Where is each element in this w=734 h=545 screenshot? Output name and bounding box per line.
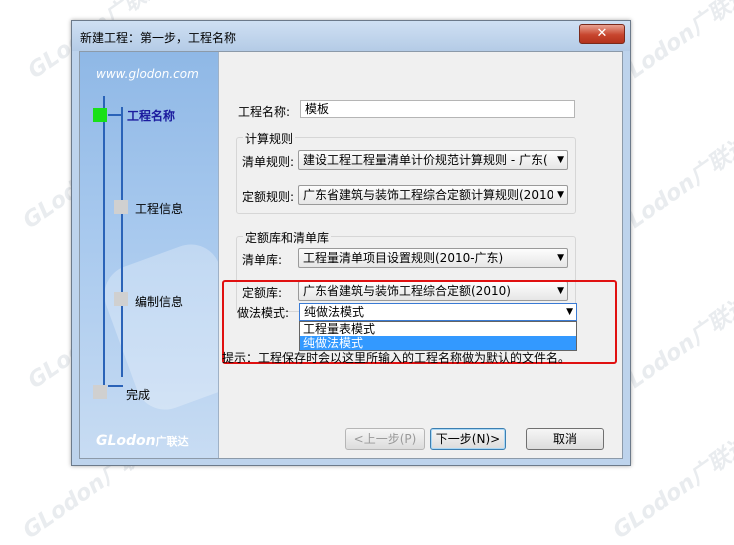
brand-name: GLodon bbox=[96, 433, 156, 449]
libraries-title: 定额库和清单库 bbox=[243, 229, 332, 246]
dialog-body: www.glodon.com 工程名称 工程信息 编制信息 完成 GLodon广… bbox=[79, 51, 623, 459]
step-connector bbox=[108, 114, 123, 116]
bill-rule-label: 清单规则: bbox=[242, 155, 295, 169]
quota-rule-value: 广东省建筑与装饰工程综合定额计算规则(2010 bbox=[303, 188, 553, 202]
close-icon: ✕ bbox=[596, 26, 608, 41]
step-label-project-info: 工程信息 bbox=[135, 202, 184, 216]
method-option-quantity-table[interactable]: 工程量表模式 bbox=[300, 322, 576, 336]
next-button[interactable]: 下一步(N)> bbox=[430, 428, 506, 450]
project-name-label: 工程名称: bbox=[238, 105, 291, 119]
calc-rules-title: 计算规则 bbox=[243, 130, 296, 147]
project-name-input[interactable]: 模板 bbox=[300, 100, 575, 118]
step-connector bbox=[108, 385, 123, 387]
close-button[interactable]: ✕ bbox=[579, 24, 625, 44]
website-label: www.glodon.com bbox=[96, 67, 199, 81]
bill-lib-select[interactable]: 工程量清单项目设置规则(2010-广东) ▼ bbox=[298, 248, 568, 268]
step-marker bbox=[114, 200, 128, 214]
step-connector bbox=[103, 96, 105, 386]
prev-button[interactable]: <上一步(P) bbox=[345, 428, 425, 450]
chevron-down-icon: ▼ bbox=[557, 190, 564, 200]
form-area: 工程名称: 模板 计算规则 清单规则: 建设工程工程量清单计价规范计算规则 - … bbox=[219, 52, 622, 458]
step-label-project-name: 工程名称 bbox=[127, 109, 176, 123]
wizard-sidebar: www.glodon.com 工程名称 工程信息 编制信息 完成 GLodon广… bbox=[80, 52, 219, 458]
title-bar[interactable]: 新建工程：第一步，工程名称 ✕ bbox=[72, 21, 630, 51]
step-marker-active bbox=[93, 108, 107, 122]
logo-graphic bbox=[95, 236, 218, 418]
bill-rule-value: 建设工程工程量清单计价规范计算规则 - 广东( bbox=[303, 153, 548, 167]
chevron-down-icon: ▼ bbox=[557, 253, 564, 263]
method-dropdown-list: 工程量表模式 纯做法模式 bbox=[299, 321, 577, 351]
hint-text: 提示：工程保存时会以这里所输入的工程名称做为默认的文件名。 bbox=[222, 351, 571, 365]
new-project-dialog: 新建工程：第一步，工程名称 ✕ www.glodon.com 工程名称 工程信息… bbox=[71, 20, 631, 466]
bill-lib-label: 清单库: bbox=[242, 253, 283, 267]
step-marker bbox=[93, 385, 107, 399]
method-label: 做法模式: bbox=[237, 306, 290, 320]
brand-logo: GLodon广联达 bbox=[96, 433, 189, 449]
step-connector bbox=[121, 107, 123, 377]
method-option-pure-method[interactable]: 纯做法模式 bbox=[300, 336, 576, 350]
step-label-compile-info: 编制信息 bbox=[135, 295, 184, 309]
step-marker bbox=[114, 292, 128, 306]
method-select[interactable]: 纯做法模式 ▼ bbox=[299, 303, 577, 321]
chevron-down-icon: ▼ bbox=[566, 307, 573, 317]
brand-name-cn: 广联达 bbox=[155, 435, 189, 448]
bill-lib-value: 工程量清单项目设置规则(2010-广东) bbox=[303, 251, 504, 265]
cancel-button[interactable]: 取消 bbox=[526, 428, 604, 450]
quota-rule-label: 定额规则: bbox=[242, 190, 295, 204]
chevron-down-icon: ▼ bbox=[557, 155, 564, 165]
step-label-finish: 完成 bbox=[126, 388, 151, 402]
window-title: 新建工程：第一步，工程名称 bbox=[80, 31, 237, 45]
quota-rule-select[interactable]: 广东省建筑与装饰工程综合定额计算规则(2010 ▼ bbox=[298, 185, 568, 205]
method-value: 纯做法模式 bbox=[304, 305, 365, 319]
bill-rule-select[interactable]: 建设工程工程量清单计价规范计算规则 - 广东( ▼ bbox=[298, 150, 568, 170]
